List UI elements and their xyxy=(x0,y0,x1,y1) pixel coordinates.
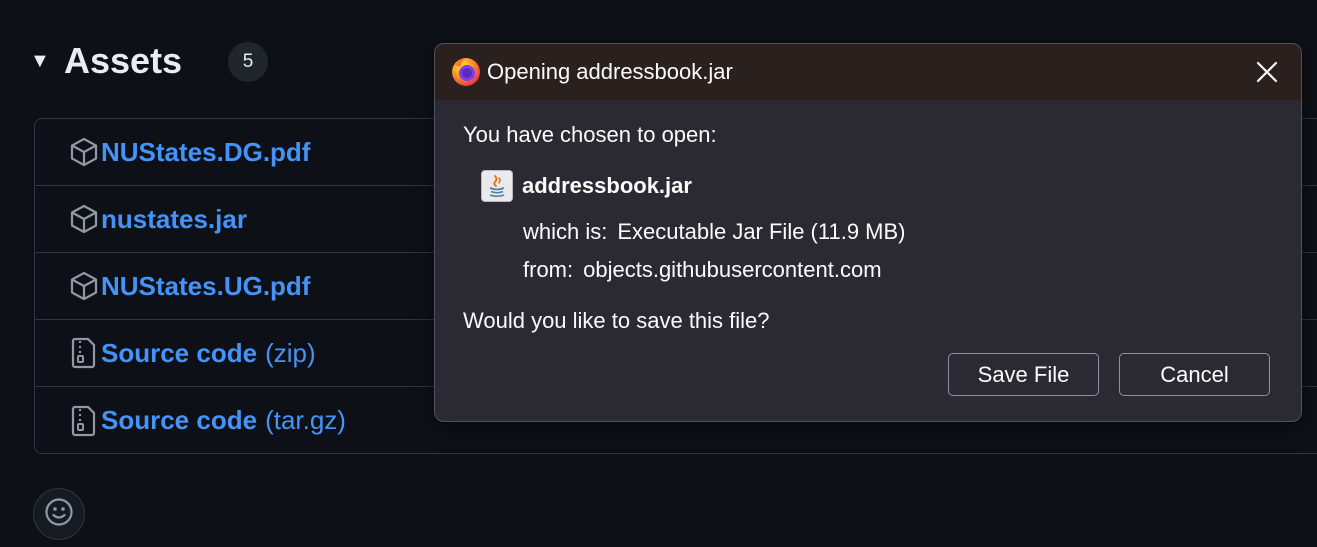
asset-link[interactable]: Source code xyxy=(101,405,257,436)
caret-down-icon: ▼ xyxy=(30,49,50,72)
file-type-value: Executable Jar File (11.9 MB) xyxy=(617,219,906,244)
assets-toggle[interactable]: ▼ Assets xyxy=(30,36,182,86)
file-name: addressbook.jar xyxy=(522,173,692,198)
asset-link[interactable]: NUStates.UG.pdf xyxy=(101,271,310,302)
java-file-icon xyxy=(481,170,513,202)
dialog-intro: You have chosen to open: xyxy=(463,122,717,147)
asset-link[interactable]: nustates.jar xyxy=(101,204,247,235)
package-icon xyxy=(69,269,99,303)
file-source-value: objects.githubusercontent.com xyxy=(583,257,882,282)
dialog-title: Opening addressbook.jar xyxy=(487,59,733,84)
save-question: Would you like to save this file? xyxy=(463,308,770,333)
file-zip-icon xyxy=(69,404,99,438)
save-file-button[interactable]: Save File xyxy=(948,353,1099,396)
close-icon xyxy=(1256,61,1278,83)
asset-link[interactable]: Source code xyxy=(101,338,257,369)
package-icon xyxy=(69,202,99,236)
assets-count-badge: 5 xyxy=(228,42,268,82)
from-label: from: xyxy=(523,257,574,282)
file-info: addressbook.jar xyxy=(481,170,692,202)
download-dialog: Opening addressbook.jar You have chosen … xyxy=(434,43,1302,422)
asset-format: (tar.gz) xyxy=(265,405,346,435)
close-button[interactable] xyxy=(1251,56,1283,88)
file-type-row: which is: Executable Jar File (11.9 MB) xyxy=(523,219,906,245)
firefox-icon xyxy=(449,55,483,89)
asset-format: (zip) xyxy=(265,337,316,368)
assets-title: Assets xyxy=(64,40,183,81)
package-icon xyxy=(69,135,99,169)
dialog-titlebar: Opening addressbook.jar xyxy=(435,44,1301,100)
smiley-icon xyxy=(44,497,74,532)
file-zip-icon xyxy=(69,336,99,370)
add-reaction-button[interactable] xyxy=(33,488,85,540)
file-source-row: from: objects.githubusercontent.com xyxy=(523,257,882,283)
cancel-button[interactable]: Cancel xyxy=(1119,353,1270,396)
release-page: ▼ Assets 5 NUStates.DG.pdf 06 nustates.j… xyxy=(0,0,1317,547)
which-is-label: which is: xyxy=(523,219,608,244)
asset-link[interactable]: NUStates.DG.pdf xyxy=(101,137,310,168)
